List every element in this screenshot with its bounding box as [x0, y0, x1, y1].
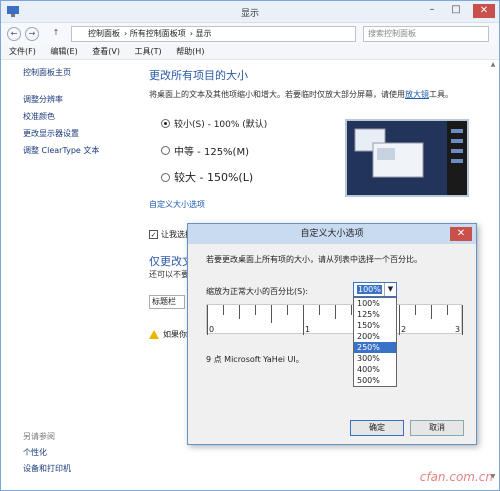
option-500[interactable]: 500% [354, 375, 396, 386]
chevron-right-icon: › [189, 29, 193, 38]
option-125[interactable]: 125% [354, 309, 396, 320]
custom-size-link[interactable]: 自定义大小选项 [149, 199, 205, 210]
radio-dot[interactable] [161, 172, 170, 182]
magnifier-link[interactable]: 放大镜 [405, 90, 429, 99]
dialog-close-button[interactable]: ✕ [450, 227, 472, 241]
option-150[interactable]: 150% [354, 320, 396, 331]
warning-row: 如果你 [149, 329, 187, 340]
breadcrumb-control-panel[interactable]: 控制面板 [88, 29, 120, 38]
radio-smaller[interactable]: 较小(S) - 100% (默认) [161, 117, 267, 130]
dialog-title: 自定义大小选项 [300, 229, 364, 239]
scale-dropdown-list: 100% 125% 150% 200% 250% 300% 400% 500% [353, 297, 397, 387]
dialog-instruction: 若要更改桌面上所有项的大小，请从列表中选择一个百分比。 [206, 255, 422, 264]
back-button[interactable]: ← [7, 27, 21, 41]
radio-dot[interactable] [161, 146, 170, 155]
menu-help[interactable]: 帮助(H) [176, 47, 204, 56]
sidebar-item-calibrate[interactable]: 校准颜色 [23, 111, 143, 122]
page-title: 更改所有项目的大小 [149, 69, 248, 82]
address-bar[interactable]: 控制面板 › 所有控制面板项 › 显示 [71, 26, 356, 42]
font-sample: 9 点 Microsoft YaHei UI。 [206, 355, 304, 364]
ruler-label: 2 [401, 325, 407, 334]
ruler-label: 3 [455, 325, 461, 334]
option-300[interactable]: 300% [354, 353, 396, 364]
breadcrumb-all-items[interactable]: 所有控制面板项 [130, 29, 186, 38]
item-select[interactable]: 标题栏 [149, 295, 185, 309]
dialog-title-bar: 自定义大小选项 ✕ [188, 224, 476, 244]
sidebar-item-resolution[interactable]: 调整分辨率 [23, 94, 143, 105]
menu-tools[interactable]: 工具(T) [135, 47, 162, 56]
minimize-button[interactable]: – [425, 4, 439, 18]
display-preview-image [345, 119, 469, 197]
sidebar-item-personalize[interactable]: 个性化 [23, 447, 143, 458]
option-400[interactable]: 400% [354, 364, 396, 375]
menu-bar: 文件(F) 编辑(E) 查看(V) 工具(T) 帮助(H) [1, 45, 499, 60]
sidebar-item-cleartype[interactable]: 调整 ClearType 文本 [23, 145, 143, 156]
option-250[interactable]: 250% [354, 342, 396, 353]
scale-ruler[interactable]: 0 1 2 3 [206, 304, 463, 335]
menu-file[interactable]: 文件(F) [9, 47, 36, 56]
chevron-right-icon: › [124, 29, 128, 38]
ok-button[interactable]: 确定 [350, 420, 404, 436]
sidebar-item-monitor-settings[interactable]: 更改显示器设置 [23, 128, 143, 139]
menu-view[interactable]: 查看(V) [92, 47, 120, 56]
scale-combobox[interactable]: 100% ▼ [353, 282, 397, 297]
title-bar: 显示 – □ ✕ [1, 1, 499, 23]
sidebar: 控制面板主页 调整分辨率 校准颜色 更改显示器设置 调整 ClearType 文… [23, 67, 143, 473]
sidebar-item-devices[interactable]: 设备和打印机 [23, 463, 143, 474]
section2-description: 还可以不要 [149, 270, 189, 279]
checkbox[interactable]: ✓ [149, 230, 158, 239]
warning-icon [149, 330, 159, 339]
navigation-bar: ← → ↑ 控制面板 › 所有控制面板项 › 显示 搜索控制面板 [1, 23, 499, 45]
up-button[interactable]: ↑ [49, 27, 63, 41]
scale-label: 缩放为正常大小的百分比(S): [206, 287, 309, 296]
radio-medium[interactable]: 中等 - 125%(M) [161, 143, 249, 158]
close-button[interactable]: ✕ [473, 4, 495, 18]
custom-size-dialog: 自定义大小选项 ✕ 若要更改桌面上所有项的大小，请从列表中选择一个百分比。 缩放为… [187, 223, 477, 445]
watermark: cfan.com.cn [419, 470, 493, 484]
ruler-label: 1 [305, 325, 311, 334]
cancel-button[interactable]: 取消 [410, 420, 464, 436]
chevron-down-icon[interactable]: ▼ [384, 283, 396, 296]
see-also-heading: 另请参阅 [23, 432, 55, 441]
sidebar-item-home[interactable]: 控制面板主页 [23, 67, 143, 78]
page-description: 将桌面上的文本及其他项缩小和增大。若要临时仅放大部分屏幕，请使用放大镜工具。 [149, 90, 453, 99]
radio-dot[interactable] [161, 119, 170, 128]
search-input[interactable]: 搜索控制面板 [363, 26, 489, 42]
option-100[interactable]: 100% [354, 298, 396, 309]
menu-edit[interactable]: 编辑(E) [50, 47, 77, 56]
breadcrumb-display[interactable]: 显示 [196, 29, 212, 38]
radio-larger[interactable]: 较大 - 150%(L) [161, 169, 253, 185]
maximize-button[interactable]: □ [449, 4, 463, 18]
main-content: 更改所有项目的大小 将桌面上的文本及其他项缩小和增大。若要临时仅放大部分屏幕，请… [149, 67, 489, 100]
option-200[interactable]: 200% [354, 331, 396, 342]
scrollbar[interactable]: ▲ ▼ [489, 61, 497, 481]
forward-button[interactable]: → [25, 27, 39, 41]
display-window: 显示 – □ ✕ ← → ↑ 控制面板 › 所有控制面板项 › 显示 搜索控制面板 … [0, 0, 500, 491]
scroll-up-icon[interactable]: ▲ [489, 61, 497, 69]
ruler-label: 0 [209, 325, 215, 334]
